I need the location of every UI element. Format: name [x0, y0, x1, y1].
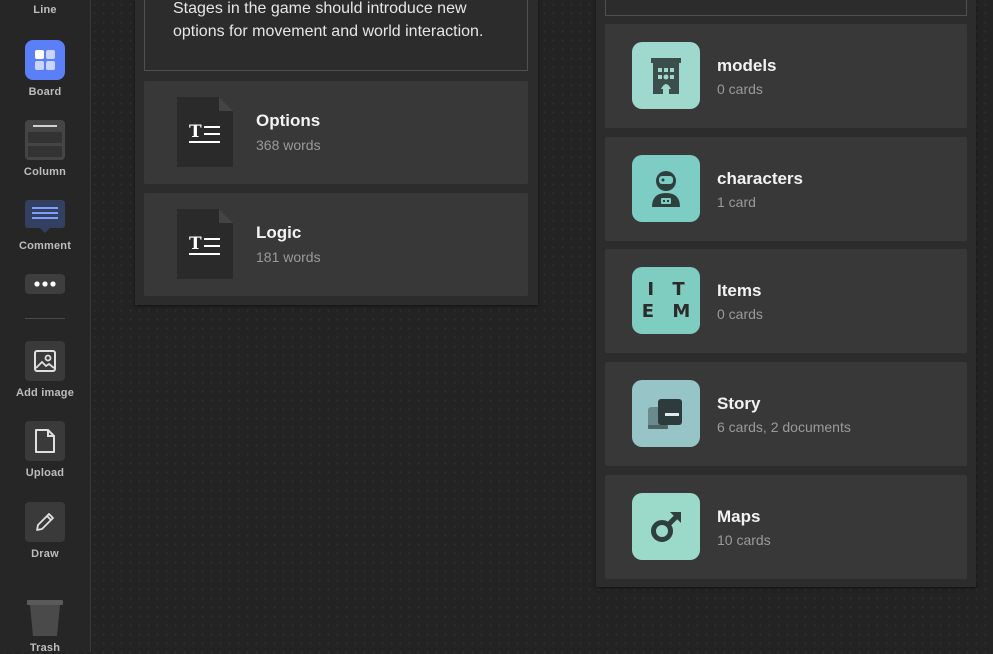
more-icon: [25, 274, 65, 294]
tool-comment-label: Comment: [18, 240, 72, 252]
board-count: 0 cards: [717, 81, 763, 97]
tool-board-label: Board: [28, 86, 62, 98]
document-card-options[interactable]: T Options 368 words: [144, 81, 528, 184]
board-title: characters: [717, 169, 804, 188]
building-icon: [632, 42, 700, 109]
tool-comment[interactable]: Comment: [0, 200, 90, 252]
board-card-models[interactable]: models 0 cards: [605, 24, 967, 128]
comment-icon: [25, 200, 65, 234]
board-card-maps[interactable]: Maps 10 cards: [605, 475, 967, 579]
svg-text:T: T: [189, 122, 202, 142]
item-text-icon-label: I TE M: [641, 278, 697, 322]
male-symbol-icon: [632, 493, 700, 560]
tool-draw-label: Draw: [31, 548, 59, 560]
left-toolbar: Line Board Column Comment Add image Uplo…: [0, 0, 91, 654]
image-icon: [25, 341, 65, 381]
board-title: Story: [717, 394, 761, 413]
board-count: 10 cards: [717, 532, 771, 548]
board-title: models: [717, 56, 777, 75]
board-title: Items: [717, 281, 762, 300]
column-icon: [25, 120, 65, 160]
tool-more[interactable]: [0, 274, 90, 294]
upload-icon: [25, 421, 65, 461]
tool-column[interactable]: Column: [0, 120, 90, 178]
toolbar-divider: [25, 318, 65, 319]
note-card-partial[interactable]: [605, 0, 967, 16]
tool-draw[interactable]: Draw: [0, 502, 90, 560]
board-card-items[interactable]: I TE M Items 0 cards: [605, 249, 967, 353]
tool-board[interactable]: Board: [0, 40, 90, 98]
tool-line-label: Line: [33, 4, 57, 16]
text-document-icon: T: [177, 97, 233, 167]
board-card-story[interactable]: Story 6 cards, 2 documents: [605, 362, 967, 466]
board-icon: [25, 40, 65, 80]
trash-icon: [25, 598, 65, 638]
board-title: Maps: [717, 507, 761, 526]
tool-trash[interactable]: Trash: [0, 598, 90, 654]
note-text: Stages in the game should introduce new …: [173, 0, 484, 40]
item-text-icon: I TE M: [632, 267, 700, 334]
books-icon: [632, 380, 700, 447]
tool-column-label: Column: [23, 166, 67, 178]
astronaut-icon: [632, 155, 700, 222]
document-word-count: 181 words: [256, 249, 321, 265]
document-word-count: 368 words: [256, 137, 321, 153]
text-document-icon: T: [177, 209, 233, 279]
document-title: Logic: [256, 223, 302, 242]
tool-add-image[interactable]: Add image: [0, 341, 90, 399]
note-card[interactable]: Stages in the game should introduce new …: [144, 0, 528, 71]
document-card-logic[interactable]: T Logic 181 words: [144, 193, 528, 296]
tool-add-image-label: Add image: [15, 387, 75, 399]
board-card-characters[interactable]: characters 1 card: [605, 137, 967, 241]
tool-trash-label: Trash: [29, 642, 61, 654]
tool-line[interactable]: Line: [0, 4, 90, 16]
tool-upload[interactable]: Upload: [0, 421, 90, 479]
document-title: Options: [256, 111, 321, 130]
tool-upload-label: Upload: [25, 467, 65, 479]
board-count: 1 card: [717, 194, 756, 210]
svg-text:T: T: [189, 234, 202, 254]
board-count: 0 cards: [717, 306, 763, 322]
board-count: 6 cards, 2 documents: [717, 419, 851, 435]
pencil-icon: [25, 502, 65, 542]
